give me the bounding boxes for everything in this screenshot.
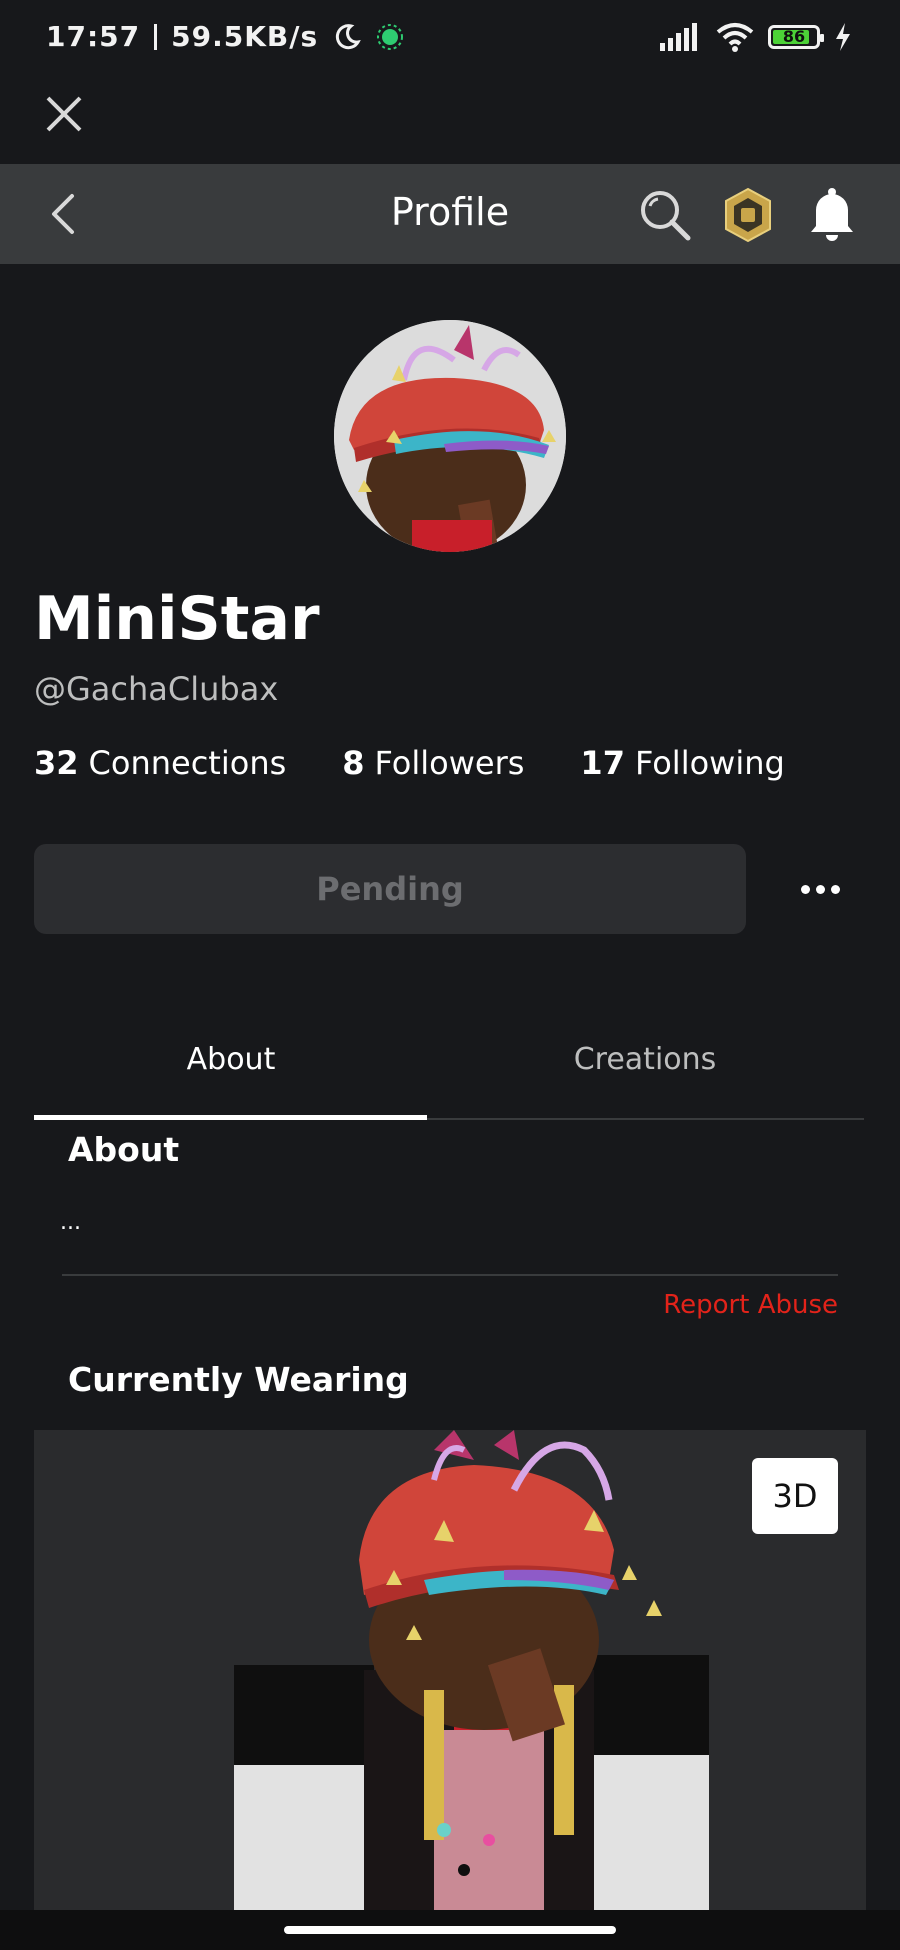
profile-stats: 32 Connections 8 Followers 17 Following bbox=[34, 744, 785, 782]
battery-level: 86 bbox=[782, 27, 806, 46]
charging-icon bbox=[836, 23, 850, 51]
close-icon bbox=[46, 96, 82, 132]
tab-active-indicator bbox=[34, 1115, 427, 1120]
avatar-image bbox=[334, 320, 566, 552]
robux-button[interactable] bbox=[722, 186, 774, 244]
more-options-button[interactable] bbox=[790, 864, 850, 914]
avatar[interactable] bbox=[334, 320, 566, 552]
search-button[interactable] bbox=[636, 186, 696, 246]
status-left: 17:57 59.5KB/s bbox=[46, 20, 404, 53]
battery-tip bbox=[820, 34, 824, 42]
toggle-3d-button[interactable]: 3D bbox=[752, 1458, 838, 1534]
more-dot bbox=[815, 884, 825, 894]
close-button[interactable] bbox=[38, 88, 90, 140]
stat-label: Following bbox=[634, 744, 785, 782]
notifications-button[interactable] bbox=[806, 186, 858, 244]
stat-label: Connections bbox=[88, 744, 287, 782]
report-abuse-link[interactable]: Report Abuse bbox=[663, 1290, 838, 1320]
stat-label: Followers bbox=[374, 744, 525, 782]
status-right: 86 bbox=[660, 22, 852, 52]
status-separator bbox=[154, 23, 158, 50]
more-dot bbox=[830, 884, 840, 894]
about-text: ... bbox=[60, 1210, 81, 1235]
stat-count: 32 bbox=[34, 744, 79, 782]
stat-count: 17 bbox=[580, 744, 625, 782]
tab-creations[interactable]: Creations bbox=[440, 1042, 850, 1077]
moon-icon bbox=[336, 23, 361, 49]
currently-wearing-heading: Currently Wearing bbox=[68, 1360, 409, 1399]
search-icon bbox=[641, 191, 691, 241]
stat-count: 8 bbox=[342, 744, 365, 782]
bell-icon bbox=[811, 188, 853, 241]
wifi-icon bbox=[716, 23, 754, 52]
username: @GachaClubax bbox=[34, 670, 279, 708]
status-network-speed: 59.5KB/s bbox=[171, 20, 319, 53]
avatar-full-image bbox=[34, 1430, 866, 1910]
dot-indicator-icon bbox=[377, 23, 404, 50]
stat-followers[interactable]: 8 Followers bbox=[342, 744, 524, 782]
about-divider bbox=[62, 1274, 838, 1276]
stat-following[interactable]: 17 Following bbox=[580, 744, 784, 782]
avatar-3d-preview[interactable] bbox=[34, 1430, 866, 1910]
about-heading: About bbox=[68, 1130, 180, 1169]
tab-about[interactable]: About bbox=[26, 1042, 436, 1077]
pending-button[interactable]: Pending bbox=[34, 844, 746, 934]
more-horizontal-icon bbox=[800, 884, 810, 894]
robux-icon bbox=[725, 187, 771, 243]
home-indicator[interactable] bbox=[284, 1926, 616, 1934]
signal-icon bbox=[660, 23, 697, 51]
display-name: MiniStar bbox=[34, 584, 320, 654]
stat-connections[interactable]: 32 Connections bbox=[34, 744, 286, 782]
battery-icon: 86 bbox=[768, 25, 824, 49]
status-time: 17:57 bbox=[46, 20, 141, 53]
